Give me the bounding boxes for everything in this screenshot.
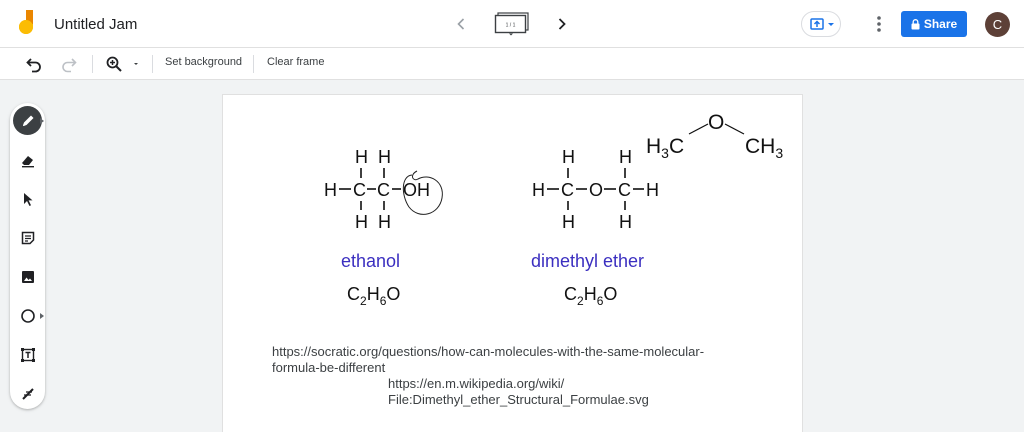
previous-frame-icon[interactable]: [449, 12, 473, 36]
toolbar-divider: [152, 55, 153, 73]
atom-h: H: [562, 147, 575, 167]
next-frame-icon[interactable]: [550, 12, 574, 36]
frame-counter: 1 / 1: [506, 23, 516, 29]
ethanol-label: ethanol: [341, 251, 400, 271]
share-button[interactable]: Share: [901, 11, 967, 37]
atom-h: H: [378, 147, 391, 167]
shape-tool[interactable]: [13, 301, 44, 330]
more-options-icon[interactable]: [868, 12, 890, 36]
undo-icon[interactable]: [25, 55, 43, 73]
atom-o: O: [708, 111, 724, 134]
image-tool[interactable]: [13, 262, 42, 291]
zoom-dropdown-icon[interactable]: [131, 55, 141, 73]
dimethyl-ether-label: dimethyl ether: [531, 251, 644, 271]
image-icon: [21, 270, 34, 283]
atom-h: H: [646, 180, 659, 200]
sticky-note-icon: [21, 231, 34, 244]
dimethyl-ether-structure: H H H C O C H H H: [532, 147, 659, 232]
laser-icon: [21, 387, 34, 400]
eraser-icon: [21, 155, 34, 167]
skeletal-formula: H3C O CH3: [646, 111, 783, 161]
document-title[interactable]: Untitled Jam: [54, 16, 137, 33]
sticky-note-tool[interactable]: [13, 223, 42, 252]
atom-ch3: CH3: [745, 135, 783, 161]
atom-h: H: [355, 147, 368, 167]
atom-h: H: [562, 212, 575, 232]
submenu-arrow-icon: [40, 313, 44, 319]
atom-c: C: [618, 180, 631, 200]
atom-oh: OH: [403, 180, 430, 200]
app-header: Untitled Jam 1 / 1 Share C: [0, 0, 1024, 48]
atom-h3c: H3C: [646, 135, 684, 161]
ethanol-formula: C2H6O: [347, 284, 400, 308]
present-icon: [810, 18, 824, 30]
ethanol-structure: H H H C C OH H H: [324, 147, 430, 232]
select-tool[interactable]: [13, 184, 42, 213]
redo-icon[interactable]: [60, 55, 78, 73]
tool-sidebar: [10, 103, 45, 409]
atom-h: H: [532, 180, 545, 200]
present-button[interactable]: [801, 11, 841, 37]
dimethyl-ether-formula: C2H6O: [564, 284, 617, 308]
jam-canvas[interactable]: H H H C C OH H H H H H C O C H H H H3C O…: [223, 95, 802, 432]
submenu-arrow-icon: [40, 118, 44, 124]
text-box-tool[interactable]: [13, 340, 42, 369]
atom-c: C: [377, 180, 390, 200]
toolbar-divider: [92, 55, 93, 73]
frame-bar-thumbnail[interactable]: 1 / 1: [494, 12, 530, 36]
atom-c: C: [561, 180, 574, 200]
source-link-socratic: https://socratic.org/questions/how-can-m…: [272, 344, 705, 375]
laser-tool[interactable]: [13, 379, 42, 408]
share-label: Share: [923, 17, 958, 31]
pen-tool[interactable]: [13, 106, 44, 135]
edit-toolbar: Set background Clear frame: [0, 48, 1024, 80]
clear-frame-button[interactable]: Clear frame: [267, 56, 324, 68]
source-link-wikipedia: https://en.m.wikipedia.org/wiki/ File:Di…: [388, 376, 649, 407]
text-box-icon: [20, 347, 35, 362]
toolbar-divider: [253, 55, 254, 73]
atom-h: H: [378, 212, 391, 232]
atom-c: C: [353, 180, 366, 200]
eraser-tool[interactable]: [13, 145, 42, 174]
cursor-icon: [23, 192, 32, 206]
circle-icon: [20, 308, 35, 323]
atom-o: O: [589, 180, 603, 200]
atom-h: H: [324, 180, 337, 200]
jamboard-logo: [19, 10, 33, 34]
lock-icon: [911, 18, 920, 29]
atom-h: H: [619, 147, 632, 167]
atom-h: H: [619, 212, 632, 232]
zoom-in-icon[interactable]: [105, 55, 123, 73]
pen-icon: [22, 115, 33, 126]
set-background-button[interactable]: Set background: [165, 56, 242, 68]
account-avatar[interactable]: C: [985, 12, 1010, 37]
chevron-down-icon: [828, 23, 834, 26]
atom-h: H: [355, 212, 368, 232]
